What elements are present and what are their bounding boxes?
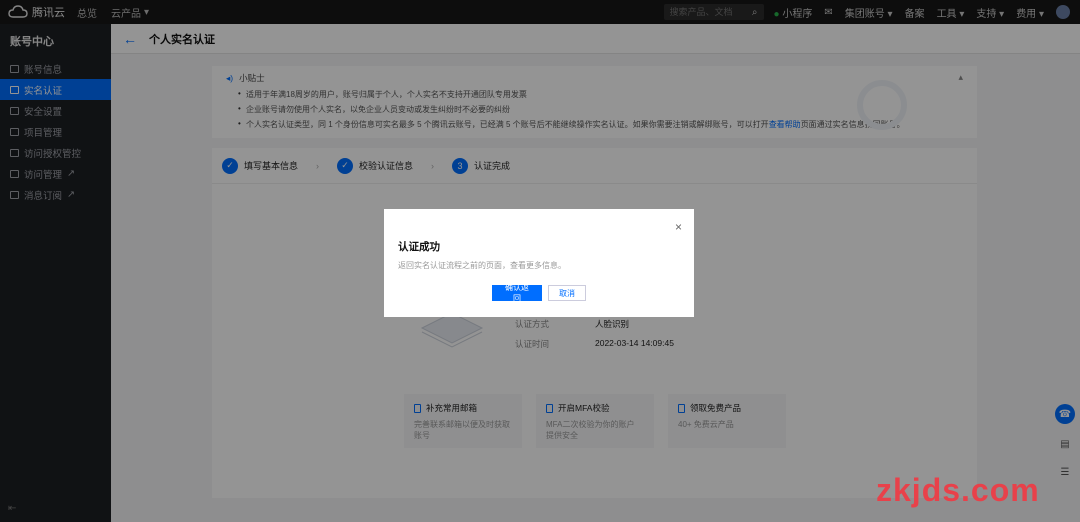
close-icon[interactable]: × xyxy=(675,221,682,233)
confirm-return-button[interactable]: 确认返回 xyxy=(492,283,542,303)
site-watermark: zkjds.com xyxy=(876,472,1040,508)
dialog-title: 认证成功 xyxy=(398,241,440,253)
dialog-description: 返回实名认证流程之前的页面，查看更多信息。 xyxy=(398,261,566,270)
cancel-button[interactable]: 取消 xyxy=(548,285,586,301)
success-dialog: × 认证成功 返回实名认证流程之前的页面，查看更多信息。 确认返回 取消 xyxy=(384,209,694,317)
dialog-actions: 确认返回 取消 xyxy=(398,283,680,303)
